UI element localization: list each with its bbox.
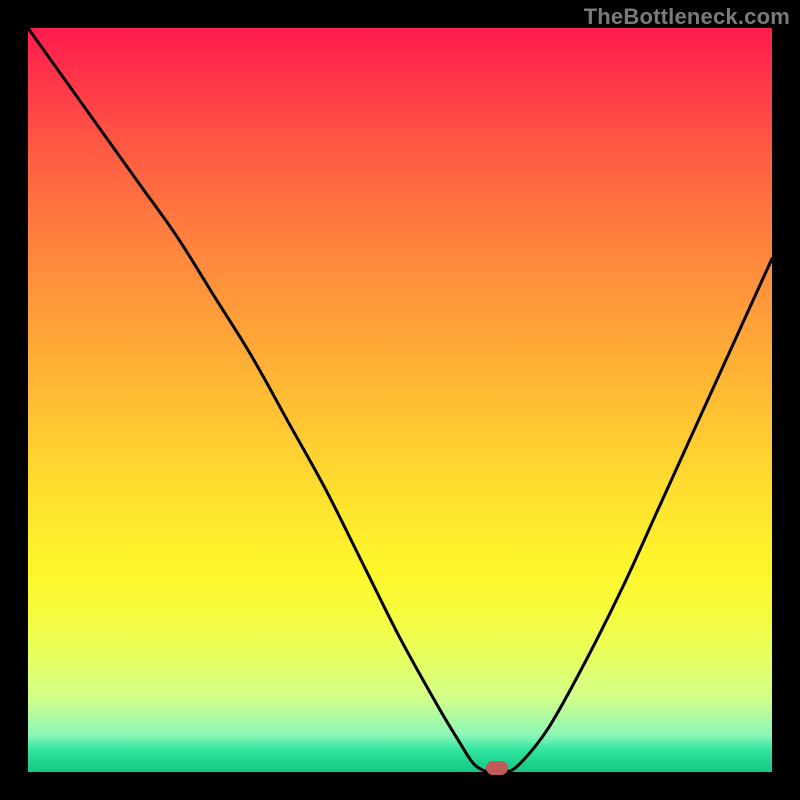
bottleneck-curve [28,28,772,772]
watermark-text: TheBottleneck.com [584,4,790,30]
curve-path [28,28,772,772]
chart-frame: TheBottleneck.com [0,0,800,800]
plot-area [28,28,772,772]
optimum-marker [486,761,508,775]
